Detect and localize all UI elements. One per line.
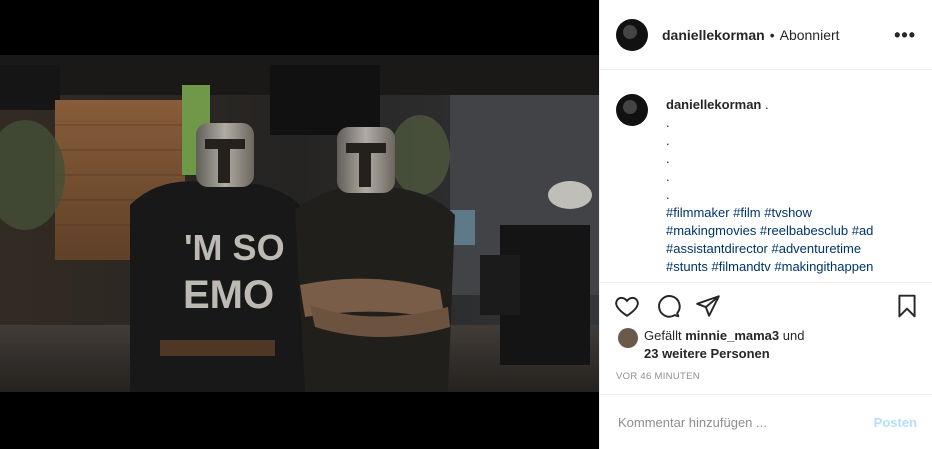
post-header: daniellekorman • Abonniert ••• <box>600 0 932 70</box>
hashtags: #filmmaker #film #tvshow #makingmovies #… <box>666 204 916 276</box>
caption-block: daniellekorman . . . . . . #filmmaker #f… <box>616 86 916 276</box>
action-bar <box>600 282 932 322</box>
post-comment-button[interactable]: Posten <box>874 415 917 430</box>
hashtag-line[interactable]: #assistantdirector #adventuretime <box>666 241 861 256</box>
hashtag-line[interactable]: #filmmaker #film #tvshow <box>666 205 812 220</box>
follow-button[interactable]: Abonniert <box>780 27 840 43</box>
header-username[interactable]: daniellekorman <box>662 27 765 43</box>
caption-first-text: . <box>765 97 769 112</box>
comment-icon[interactable] <box>655 293 681 319</box>
comment-input[interactable] <box>616 413 874 431</box>
caption-dot-line: . <box>666 133 670 148</box>
likes-prefix: Gefällt <box>644 328 682 343</box>
likes-conj: und <box>782 328 805 343</box>
post-sidebar: daniellekorman • Abonniert ••• daniellek… <box>599 0 932 449</box>
caption-dot-line: . <box>666 169 670 184</box>
comment-form: Posten <box>600 394 932 449</box>
media-panel: 'M SO EMO <box>0 0 599 449</box>
post-timestamp[interactable]: VOR 46 MINUTEN <box>616 371 700 382</box>
caption-dot-line: . <box>666 151 670 166</box>
bookmark-icon[interactable] <box>894 293 920 319</box>
share-icon[interactable] <box>695 293 721 319</box>
hashtag-line[interactable]: #stunts #filmandtv #makingithappen <box>666 259 873 274</box>
caption-username[interactable]: daniellekorman <box>666 97 761 112</box>
liker-avatar[interactable] <box>618 328 638 348</box>
hashtag-line[interactable]: #makingmovies #reelbabesclub #ad <box>666 223 873 238</box>
post-photo[interactable]: 'M SO EMO <box>0 55 599 392</box>
liker-username[interactable]: minnie_mama3 <box>685 328 779 343</box>
photo-scene: 'M SO EMO <box>0 55 599 392</box>
avatar[interactable] <box>616 18 648 51</box>
caption-avatar[interactable] <box>616 94 648 126</box>
likes-others[interactable]: 23 weitere Personen <box>644 346 770 361</box>
header-separator: • <box>769 26 775 43</box>
caption-dot-line: . <box>666 187 670 202</box>
caption-dot-line: . <box>666 115 670 130</box>
caption-text: daniellekorman . . . . . . #filmmaker #f… <box>666 96 916 276</box>
more-options-icon[interactable]: ••• <box>894 26 916 44</box>
post-modal: 'M SO EMO daniellekorman • Abonniert ••• <box>0 0 932 449</box>
heart-icon[interactable] <box>614 293 640 319</box>
